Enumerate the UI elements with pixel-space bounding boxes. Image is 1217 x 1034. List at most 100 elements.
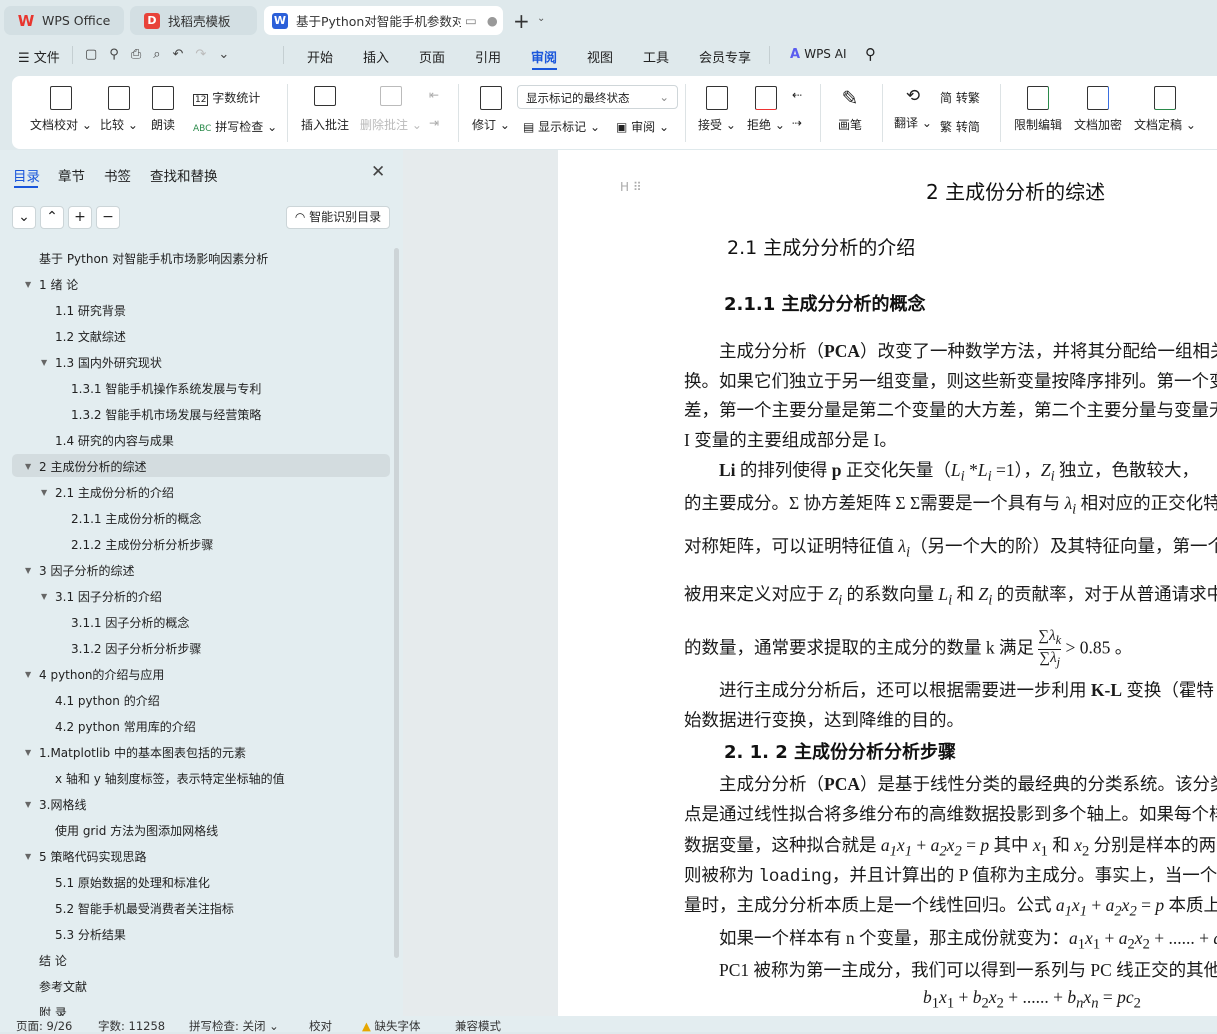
monitor-icon[interactable]: ▭ <box>465 13 477 28</box>
expand-triangle-icon[interactable]: ▼ <box>25 664 31 686</box>
search-icon[interactable]: ⚲ <box>865 45 876 63</box>
sidebar-tab-toc[interactable]: 目录 <box>13 165 40 185</box>
toc-item[interactable]: 1.4 研究的内容与成果 <box>55 430 174 452</box>
restrict-editing-button[interactable]: 限制编辑 <box>1014 86 1062 133</box>
save-icon[interactable]: ▢ <box>85 47 109 62</box>
close-icon[interactable]: ✕ <box>371 162 385 182</box>
toc-item[interactable]: 4.1 python 的介绍 <box>55 690 160 712</box>
menu-tab-6[interactable]: 工具 <box>643 47 669 66</box>
wps-ai-button[interactable]: A WPS AI <box>790 47 846 62</box>
toc-item[interactable]: 5.3 分析结果 <box>55 924 126 946</box>
document-page[interactable]: H ⠿ 2 主成份分析的综述 2.1 主成分分析的介绍 2.1.1 主成分分析的… <box>558 150 1217 1016</box>
expand-triangle-icon[interactable]: ▼ <box>25 274 31 296</box>
expand-triangle-icon[interactable]: ▼ <box>25 846 31 868</box>
proofread-button[interactable]: 文档校对 ⌄ <box>30 86 92 133</box>
toc-item[interactable]: 3.1.1 因子分析的概念 <box>71 612 189 634</box>
delete-comment-button[interactable]: 删除批注 ⌄ <box>360 86 422 133</box>
toc-item[interactable]: ▼ 2 主成份分析的综述 <box>25 456 146 478</box>
toc-item[interactable]: ▼ 2.1 主成份分析的介绍 <box>41 482 174 504</box>
toc-item[interactable]: 5.1 原始数据的处理和标准化 <box>55 872 210 894</box>
compare-button[interactable]: 比较 ⌄ <box>100 86 138 133</box>
to-simplified-button[interactable]: 繁 转简 <box>940 118 980 135</box>
undo-icon[interactable]: ↶ <box>173 47 196 62</box>
toc-item[interactable]: ▼ 1.3 国内外研究现状 <box>41 352 162 374</box>
menu-tab-4[interactable]: 审阅 <box>531 47 557 66</box>
sidebar-tab-find-replace[interactable]: 查找和替换 <box>150 165 218 185</box>
redo-icon[interactable]: ↷ <box>195 47 218 62</box>
toc-item[interactable]: ▼ 5 策略代码实现思路 <box>25 846 146 868</box>
toc-item[interactable]: ▼ 1.Matplotlib 中的基本图表包括的元素 <box>25 742 246 764</box>
next-comment-icon[interactable]: ⇥ <box>429 116 439 130</box>
expand-triangle-icon[interactable]: ▼ <box>25 794 31 816</box>
review-pane-button[interactable]: ▣ 审阅 ⌄ <box>616 118 669 135</box>
pen-button[interactable]: ✎ 画笔 <box>838 86 862 133</box>
spell-check-button[interactable]: ABC 拼写检查 ⌄ <box>193 118 277 135</box>
toc-item[interactable]: 1.3.2 智能手机市场发展与经营策略 <box>71 404 261 426</box>
toc-item[interactable]: 2.1.1 主成份分析的概念 <box>71 508 201 530</box>
to-traditional-button[interactable]: 简 转繁 <box>940 89 980 106</box>
expand-triangle-icon[interactable]: ▼ <box>25 456 31 478</box>
finalize-button[interactable]: 文档定稿 ⌄ <box>1134 86 1196 133</box>
translate-button[interactable]: ⟲ 翻译 ⌄ <box>894 86 932 131</box>
promote-button[interactable]: + <box>68 206 92 229</box>
more-chevron-icon[interactable]: ⌄ <box>218 47 241 62</box>
expand-triangle-icon[interactable]: ▼ <box>41 352 47 374</box>
menu-tab-7[interactable]: 会员专享 <box>699 47 751 66</box>
file-menu[interactable]: ☰ 文件 <box>18 47 60 66</box>
expand-triangle-icon[interactable]: ▼ <box>41 586 47 608</box>
sidebar-scrollbar[interactable] <box>394 248 399 958</box>
expand-triangle-icon[interactable]: ▼ <box>41 482 47 504</box>
new-tab-button[interactable]: + <box>513 9 530 33</box>
tab-document[interactable]: W 基于Python对智能手机参数对 ▭ ● <box>264 6 503 35</box>
prev-comment-icon[interactable]: ⇤ <box>429 88 439 102</box>
toc-item[interactable]: 1.3.1 智能手机操作系统发展与专利 <box>71 378 261 400</box>
sidebar-tab-chapters[interactable]: 章节 <box>58 165 85 185</box>
tab-wps-office[interactable]: W WPS Office <box>4 6 124 35</box>
smart-toc-button[interactable]: ◠ 智能识别目录 <box>286 206 390 229</box>
expand-triangle-icon[interactable]: ▼ <box>25 560 31 582</box>
menu-tab-1[interactable]: 插入 <box>363 47 389 66</box>
expand-triangle-icon[interactable]: ▼ <box>25 742 31 764</box>
read-aloud-button[interactable]: 朗读 <box>151 86 175 133</box>
collapse-up-button[interactable]: ⌃ <box>40 206 64 229</box>
toc-item[interactable]: ▼ 3 因子分析的综述 <box>25 560 134 582</box>
toc-item[interactable]: 结 论 <box>39 950 67 972</box>
next-change-icon[interactable]: ⇢ <box>792 116 802 130</box>
toc-item[interactable]: 1.1 研究背景 <box>55 300 126 322</box>
toc-item[interactable]: 参考文献 <box>39 976 87 998</box>
show-markup-button[interactable]: ▤ 显示标记 ⌄ <box>523 118 600 135</box>
word-count-button[interactable]: 12 字数统计 <box>193 89 260 106</box>
reject-button[interactable]: 拒绝 ⌄ <box>747 86 785 133</box>
heading-drag-handle-icon[interactable]: H ⠿ <box>620 180 642 194</box>
toc-item[interactable]: 4.2 python 常用库的介绍 <box>55 716 196 738</box>
toc-item[interactable]: ▼ 3.网格线 <box>25 794 86 816</box>
accept-button[interactable]: 接受 ⌄ <box>698 86 736 133</box>
toc-item[interactable]: 附 录 <box>39 1002 67 1016</box>
toc-item[interactable]: x 轴和 y 轴刻度标签，表示特定坐标轴的值 <box>55 768 285 790</box>
toc-item[interactable]: 使用 grid 方法为图添加网格线 <box>55 820 218 842</box>
expand-down-button[interactable]: ⌄ <box>12 206 36 229</box>
demote-button[interactable]: − <box>96 206 120 229</box>
toc-item[interactable]: 3.1.2 因子分析分析步骤 <box>71 638 201 660</box>
sidebar-tab-bookmarks[interactable]: 书签 <box>104 165 131 185</box>
menu-tab-2[interactable]: 页面 <box>419 47 445 66</box>
toc-item[interactable]: 基于 Python 对智能手机市场影响因素分析 <box>39 248 268 270</box>
print-preview-icon[interactable]: ⌕ <box>153 47 172 62</box>
print-icon[interactable]: ⎙ <box>131 47 153 62</box>
insert-comment-button[interactable]: 插入批注 <box>301 86 349 133</box>
toc-item[interactable]: 5.2 智能手机最受消费者关注指标 <box>55 898 234 920</box>
track-changes-button[interactable]: 修订 ⌄ <box>472 86 510 133</box>
toc-item[interactable]: 2.1.2 主成份分析分析步骤 <box>71 534 213 556</box>
markup-state-dropdown[interactable]: 显示标记的最终状态 ⌄ <box>517 85 678 109</box>
encrypt-button[interactable]: 文档加密 <box>1074 86 1122 133</box>
menu-tab-0[interactable]: 开始 <box>307 47 333 66</box>
menu-tab-3[interactable]: 引用 <box>475 47 501 66</box>
previous-change-icon[interactable]: ⇠ <box>792 88 802 102</box>
toc-item[interactable]: 1.2 文献综述 <box>55 326 126 348</box>
format-painter-icon[interactable]: ⚲ <box>109 47 131 62</box>
toc-item[interactable]: ▼ 1 绪 论 <box>25 274 78 296</box>
toc-item[interactable]: ▼ 3.1 因子分析的介绍 <box>41 586 162 608</box>
menu-tab-5[interactable]: 视图 <box>587 47 613 66</box>
toc-item[interactable]: ▼ 4 python的介绍与应用 <box>25 664 164 686</box>
tab-list-chevron-icon[interactable]: ⌄ <box>537 13 545 24</box>
